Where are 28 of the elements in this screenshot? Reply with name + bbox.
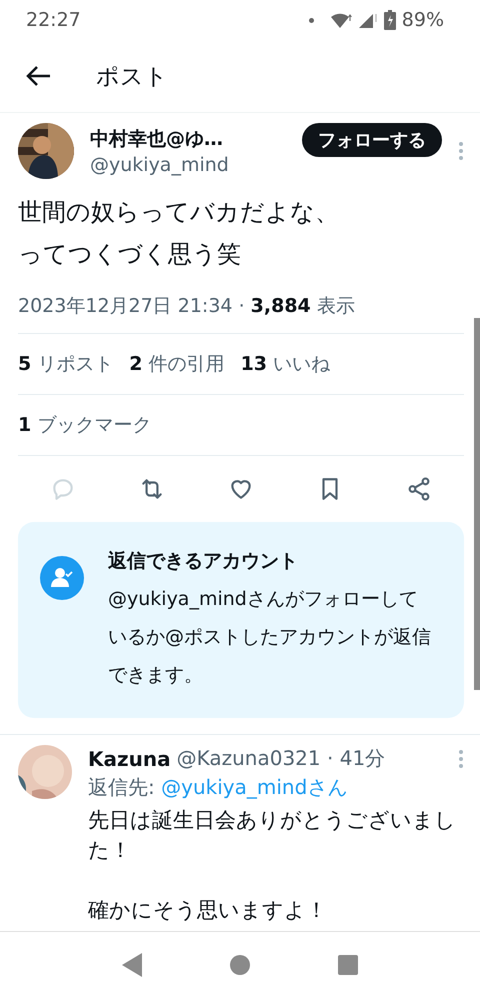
author-name[interactable]: 中村幸也@ゆ… bbox=[90, 126, 286, 152]
notification-dot-icon bbox=[308, 18, 314, 22]
stat-link[interactable]: 2 件の引用 bbox=[129, 351, 225, 377]
post-meta: 2023年12月27日 21:34 · 3,884 表示 bbox=[18, 294, 356, 319]
post-text: 世間の奴らってバカだよな、 ってつくづく思う笑 bbox=[18, 197, 340, 270]
stat-link[interactable]: 5 リポスト bbox=[18, 351, 114, 377]
stat-link[interactable]: 1 ブックマーク bbox=[18, 412, 152, 438]
follow-button[interactable]: フォローする bbox=[302, 123, 442, 157]
user-check-icon bbox=[40, 556, 84, 600]
battery-level: 89% bbox=[402, 9, 444, 31]
reply-meta: @Kazuna0321 · 41分 bbox=[176, 745, 386, 772]
reply-to-label: 返信先: bbox=[88, 775, 155, 799]
more-icon[interactable] bbox=[458, 748, 464, 768]
stat-link[interactable]: 13 いいね bbox=[240, 351, 330, 377]
reply-text: 先日は誕生日会ありがとうございました！ bbox=[88, 807, 457, 864]
notice-title: 返信できるアカウント bbox=[108, 549, 299, 574]
more-icon[interactable] bbox=[458, 141, 464, 161]
battery-icon bbox=[384, 10, 396, 30]
wifi-icon bbox=[330, 11, 352, 29]
reply-text: 確かにそう思いますよ！ bbox=[88, 897, 328, 924]
author-handle[interactable]: @yukiya_mind bbox=[90, 154, 286, 176]
reply-author-name[interactable]: Kazuna bbox=[88, 746, 171, 770]
back-icon[interactable] bbox=[26, 65, 52, 87]
page-title: ポスト bbox=[96, 62, 168, 92]
share-icon[interactable] bbox=[406, 476, 432, 502]
notice-text: @yukiya_mindさんがフォローしているか@ポストしたアカウントが返信できます。 bbox=[108, 587, 432, 688]
clock: 22:27 bbox=[26, 9, 81, 31]
signal-icon bbox=[358, 11, 378, 29]
